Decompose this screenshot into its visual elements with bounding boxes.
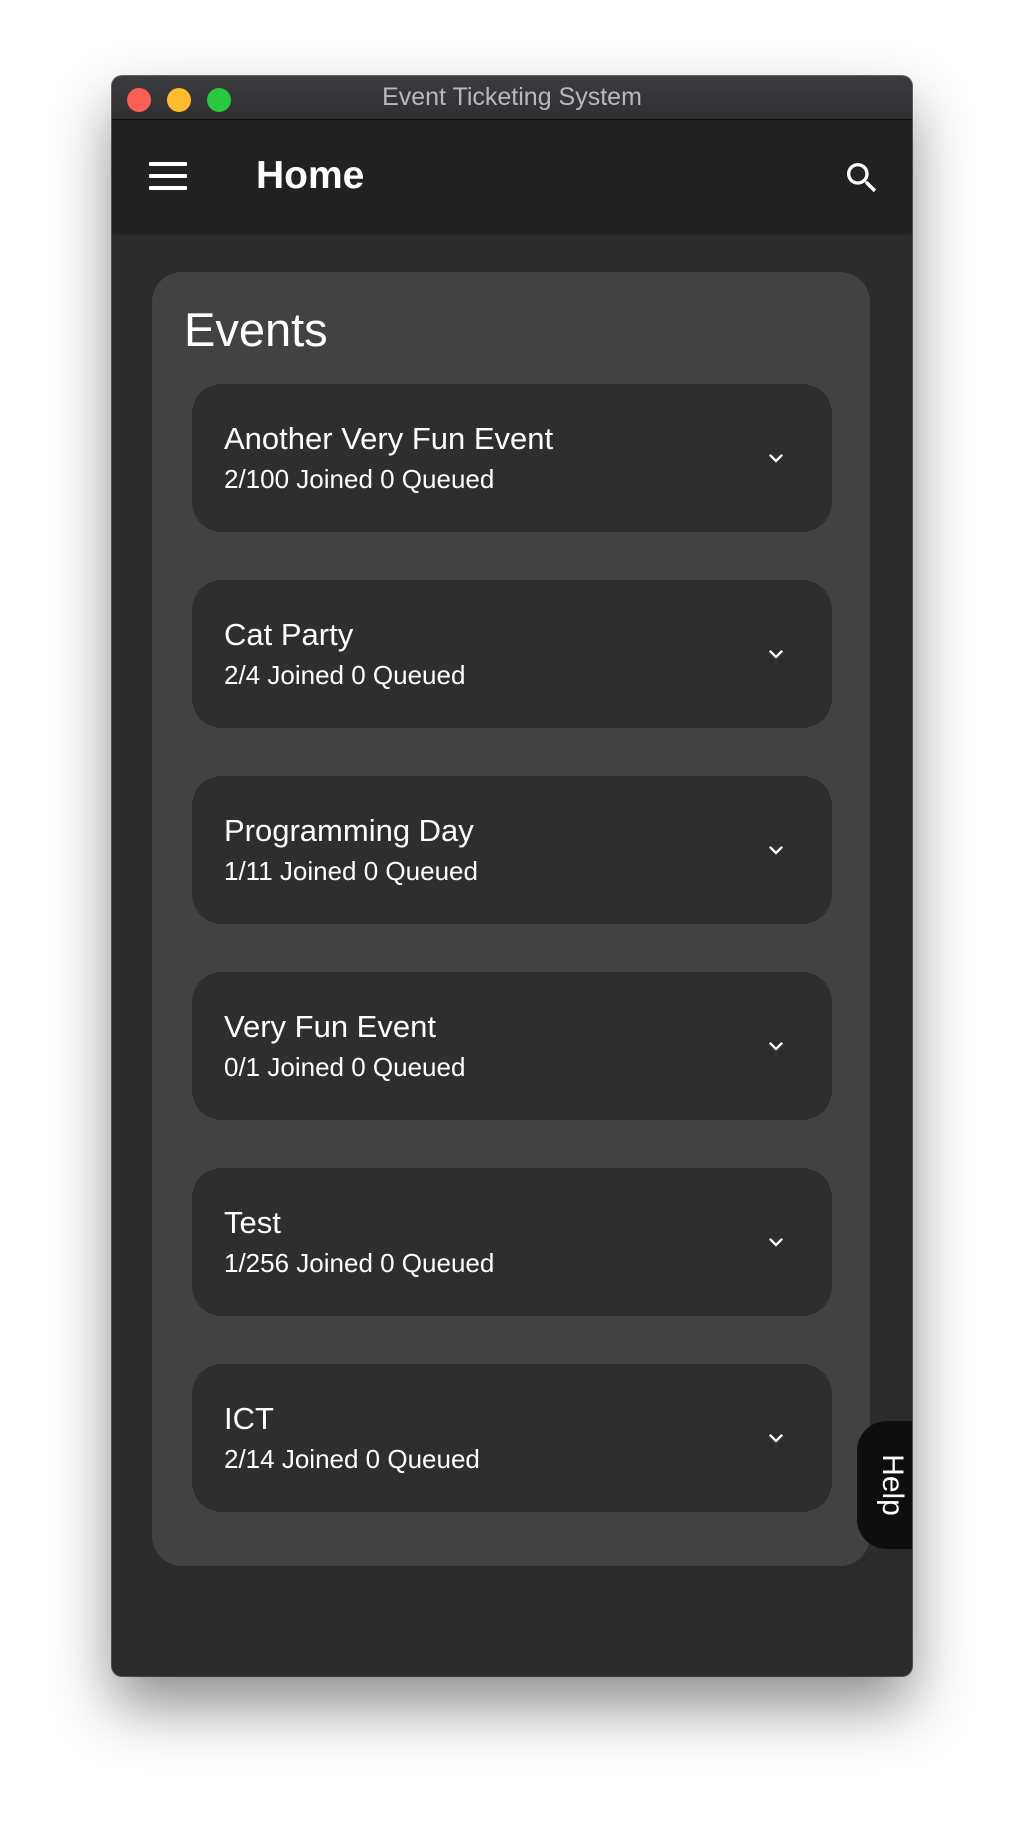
events-heading: Events (184, 303, 328, 356)
hamburger-menu-icon[interactable] (149, 162, 187, 190)
chevron-down-icon[interactable] (762, 1424, 790, 1452)
help-button[interactable]: Help (857, 1421, 912, 1549)
chevron-down-icon[interactable] (762, 444, 790, 472)
event-stats: 0/1 Joined 0 Queued (224, 1052, 466, 1082)
event-stats: 1/256 Joined 0 Queued (224, 1248, 495, 1278)
window-title: Event Ticketing System (382, 83, 642, 111)
event-name: Another Very Fun Event (224, 421, 554, 456)
event-name: Cat Party (224, 617, 354, 652)
page-title: Home (256, 154, 365, 197)
event-card[interactable]: Very Fun Event 0/1 Joined 0 Queued (192, 972, 832, 1120)
chevron-down-icon[interactable] (762, 1032, 790, 1060)
chevron-down-icon[interactable] (762, 640, 790, 668)
event-stats: 2/14 Joined 0 Queued (224, 1444, 480, 1474)
app-window: Event Ticketing System Home Events Anoth… (112, 76, 912, 1676)
help-label: Help (876, 1454, 909, 1516)
chevron-down-icon[interactable] (762, 1228, 790, 1256)
event-card[interactable]: Programming Day 1/11 Joined 0 Queued (192, 776, 832, 924)
event-card[interactable]: Cat Party 2/4 Joined 0 Queued (192, 580, 832, 728)
event-name: Test (224, 1205, 281, 1240)
events-panel: Events Another Very Fun Event 2/100 Join… (152, 272, 870, 1566)
app-bar: Home (112, 120, 912, 232)
event-card[interactable]: ICT 2/14 Joined 0 Queued (192, 1364, 832, 1512)
event-stats: 2/4 Joined 0 Queued (224, 660, 466, 690)
event-card[interactable]: Test 1/256 Joined 0 Queued (192, 1168, 832, 1316)
chevron-down-icon[interactable] (762, 836, 790, 864)
event-stats: 1/11 Joined 0 Queued (224, 856, 478, 886)
event-stats: 2/100 Joined 0 Queued (224, 464, 495, 494)
event-list: Another Very Fun Event 2/100 Joined 0 Qu… (192, 384, 832, 1560)
event-name: Very Fun Event (224, 1009, 436, 1044)
event-card[interactable]: Another Very Fun Event 2/100 Joined 0 Qu… (192, 384, 832, 532)
search-icon[interactable] (842, 158, 882, 198)
event-name: ICT (224, 1401, 274, 1436)
window-titlebar: Event Ticketing System (112, 76, 912, 120)
event-name: Programming Day (224, 813, 474, 848)
